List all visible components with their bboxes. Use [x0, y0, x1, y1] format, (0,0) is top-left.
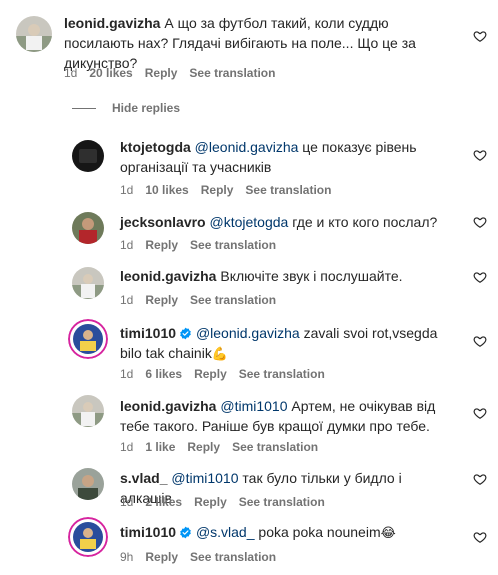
comment-meta: 1d 1 like Reply See translation	[120, 440, 330, 454]
likes-count[interactable]: 6 likes	[145, 367, 182, 381]
comment-time[interactable]: 1d	[120, 293, 133, 307]
reply-button[interactable]: Reply	[145, 550, 178, 564]
comment-text-block: timi1010 @leonid.gavizha zavali svoi rot…	[120, 323, 450, 364]
see-translation-button[interactable]: See translation	[232, 440, 318, 454]
likes-count[interactable]: 10 likes	[145, 183, 188, 197]
reply-button[interactable]: Reply	[194, 367, 227, 381]
comment-text-block: ktojetogda @leonid.gavizha це показує рі…	[120, 137, 450, 177]
see-translation-button[interactable]: See translation	[245, 183, 331, 197]
comment-time[interactable]: 1d	[120, 183, 133, 197]
comment-meta: 1d 20 likes Reply See translation	[64, 66, 287, 80]
mention-link[interactable]: @leonid.gavizha	[195, 139, 299, 155]
avatar[interactable]	[72, 395, 104, 427]
comment-time[interactable]: 9h	[120, 550, 133, 564]
mention-link[interactable]: @timi1010	[220, 398, 287, 414]
avatar[interactable]	[68, 517, 108, 557]
avatar[interactable]	[72, 468, 104, 500]
avatar[interactable]	[72, 267, 104, 299]
flexed-biceps-emoji: 💪	[211, 346, 229, 361]
see-translation-button[interactable]: See translation	[239, 495, 325, 509]
comment-time[interactable]: 1d	[120, 367, 133, 381]
comment-time[interactable]: 1d	[120, 440, 133, 454]
mention-link[interactable]: @s.vlad_	[196, 524, 255, 540]
reply-button[interactable]: Reply	[145, 66, 178, 80]
comment-time[interactable]: 1d	[120, 495, 133, 509]
heart-outline-icon[interactable]	[473, 334, 487, 348]
comment-meta: 1d 10 likes Reply See translation	[120, 183, 343, 197]
mention-link[interactable]: @leonid.gavizha	[196, 325, 300, 341]
comment-text: Включіте звук і послушайте.	[220, 268, 403, 284]
reply-button[interactable]: Reply	[194, 495, 227, 509]
comment-text-block: timi1010 @s.vlad_ poka poka nouneim😂	[120, 522, 450, 543]
heart-outline-icon[interactable]	[473, 148, 487, 162]
heart-outline-icon[interactable]	[473, 29, 487, 43]
see-translation-button[interactable]: See translation	[190, 550, 276, 564]
heart-outline-icon[interactable]	[473, 406, 487, 420]
laughing-tears-emoji: 😂	[380, 525, 396, 540]
comment-username[interactable]: ktojetogda	[120, 139, 191, 155]
heart-outline-icon[interactable]	[473, 215, 487, 229]
comment-text: poka poka nouneim	[258, 524, 381, 540]
comment-text-block: leonid.gavizha А що за футбол такий, кол…	[64, 13, 450, 73]
avatar[interactable]	[16, 16, 52, 52]
comment-meta: 1d Reply See translation	[120, 293, 288, 307]
see-translation-button[interactable]: See translation	[190, 238, 276, 252]
likes-count[interactable]: 2 likes	[145, 495, 182, 509]
reply-button[interactable]: Reply	[145, 293, 178, 307]
comment-username[interactable]: leonid.gavizha	[120, 398, 216, 414]
comment-meta: 1d Reply See translation	[120, 238, 288, 252]
comment-text-block: leonid.gavizha Включіте звук і послушайт…	[120, 266, 450, 286]
verified-badge-icon	[179, 526, 192, 539]
avatar[interactable]	[72, 212, 104, 244]
divider-line	[72, 107, 96, 109]
avatar[interactable]	[68, 319, 108, 359]
comment-username[interactable]: timi1010	[120, 325, 176, 341]
heart-outline-icon[interactable]	[473, 472, 487, 486]
hide-replies-toggle[interactable]: Hide replies	[72, 98, 180, 118]
comment-meta: 1d 2 likes Reply See translation	[120, 495, 337, 509]
mention-link[interactable]: @ktojetogda	[210, 214, 289, 230]
mention-link[interactable]: @timi1010	[171, 470, 238, 486]
comment-text: где и кто кого послал?	[292, 214, 438, 230]
reply-button[interactable]: Reply	[187, 440, 220, 454]
comment-text-block: leonid.gavizha @timi1010 Артем, не очіку…	[120, 396, 450, 436]
comment-text-block: jecksonlavro @ktojetogda где и кто кого …	[120, 212, 450, 232]
reply-button[interactable]: Reply	[145, 238, 178, 252]
comment-time[interactable]: 1d	[64, 66, 77, 80]
comment-username[interactable]: s.vlad_	[120, 470, 167, 486]
comment-username[interactable]: leonid.gavizha	[120, 268, 216, 284]
comment-username[interactable]: leonid.gavizha	[64, 15, 160, 31]
hide-replies-label[interactable]: Hide replies	[112, 101, 180, 115]
comment-meta: 9h Reply See translation	[120, 550, 288, 564]
likes-count[interactable]: 1 like	[145, 440, 175, 454]
avatar[interactable]	[72, 140, 104, 172]
see-translation-button[interactable]: See translation	[190, 293, 276, 307]
verified-badge-icon	[179, 327, 192, 340]
see-translation-button[interactable]: See translation	[189, 66, 275, 80]
reply-button[interactable]: Reply	[201, 183, 234, 197]
comment-username[interactable]: timi1010	[120, 524, 176, 540]
comment-username[interactable]: jecksonlavro	[120, 214, 206, 230]
comment-meta: 1d 6 likes Reply See translation	[120, 367, 337, 381]
heart-outline-icon[interactable]	[473, 270, 487, 284]
comment-time[interactable]: 1d	[120, 238, 133, 252]
see-translation-button[interactable]: See translation	[239, 367, 325, 381]
likes-count[interactable]: 20 likes	[89, 66, 132, 80]
heart-outline-icon[interactable]	[473, 530, 487, 544]
